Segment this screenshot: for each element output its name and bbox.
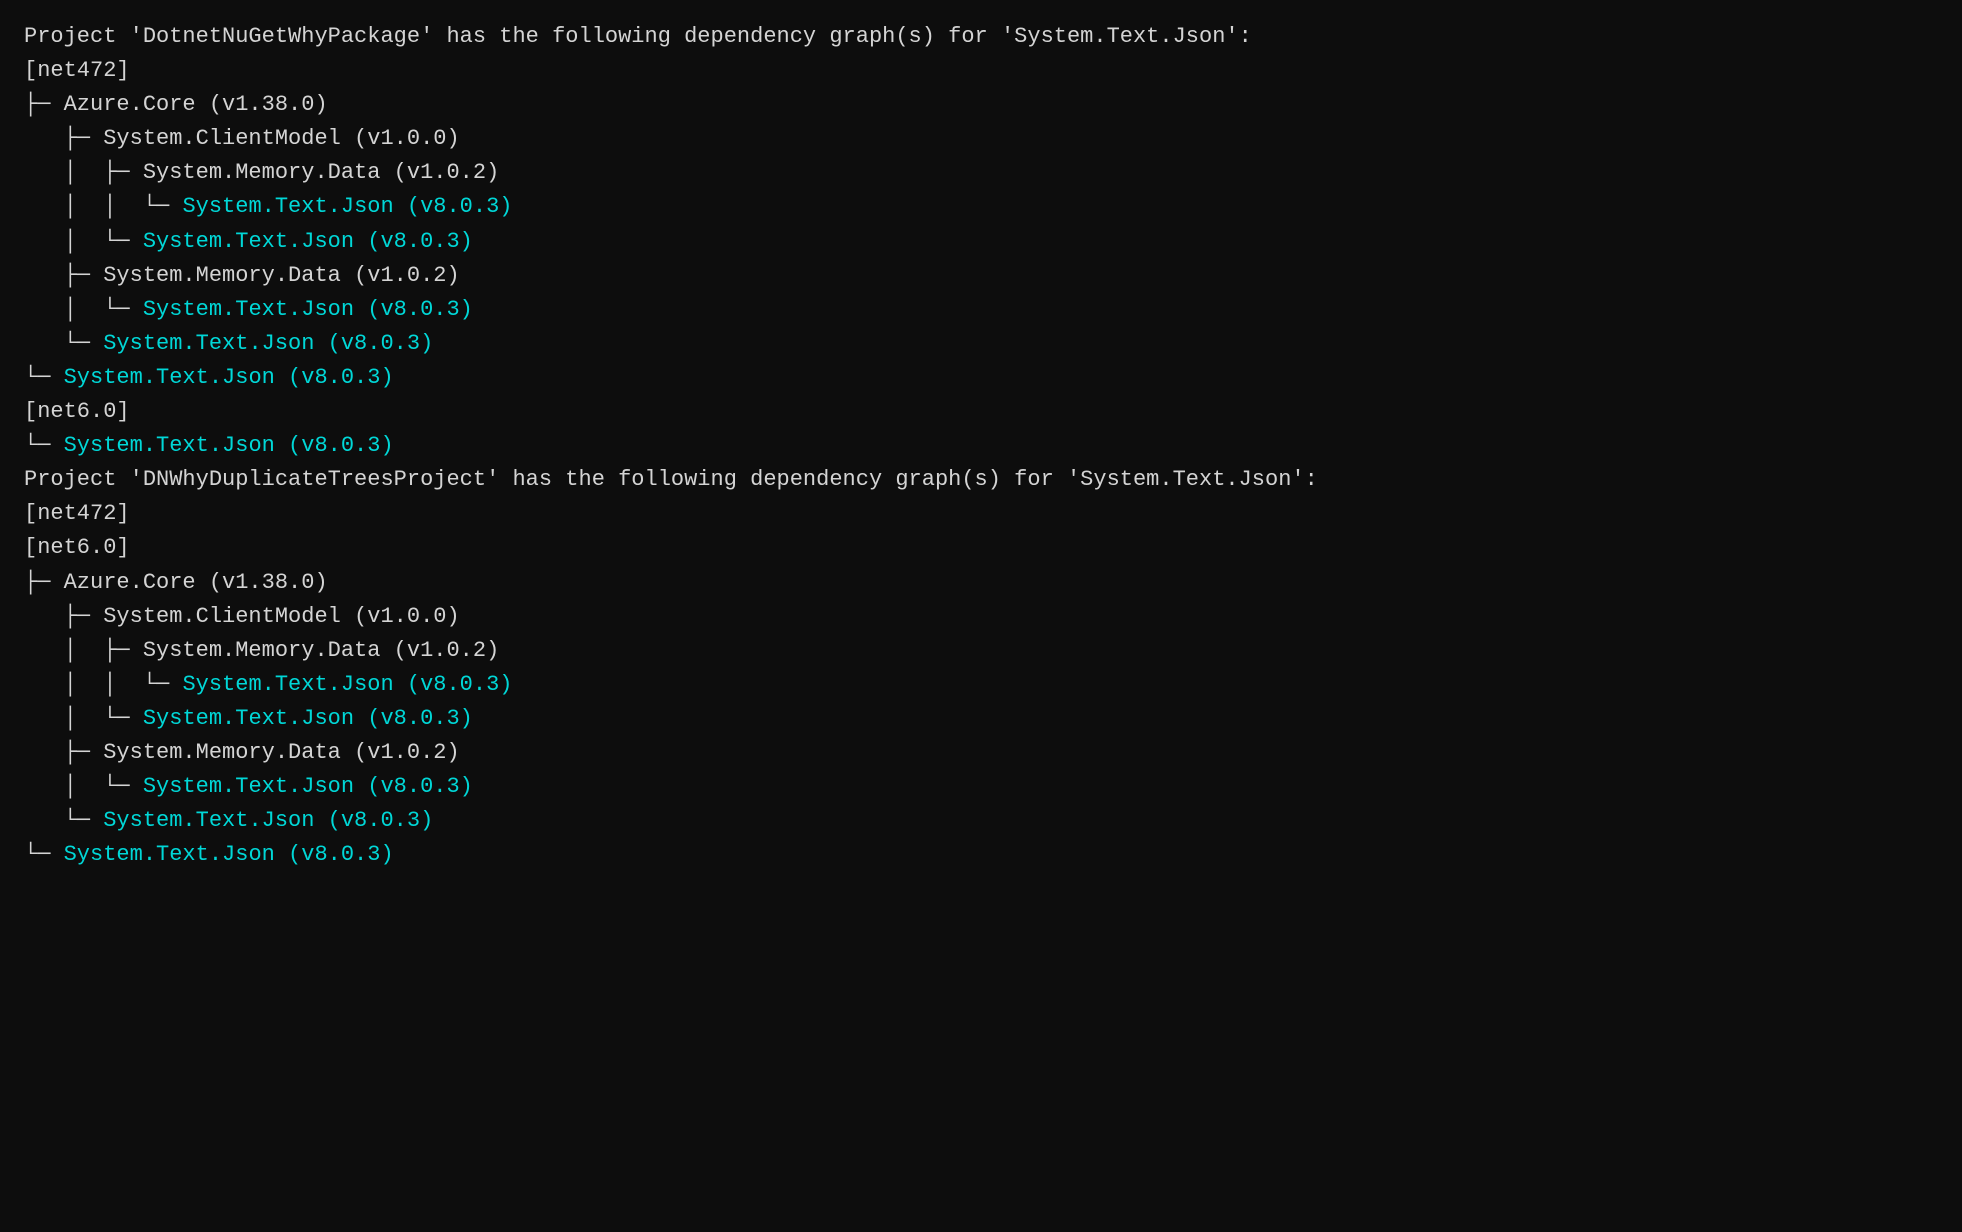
package-highlight: System.Text.Json (v8.0.3)	[143, 774, 473, 799]
line-prefix: │ └─	[24, 229, 143, 254]
terminal-line: │ │ └─ System.Text.Json (v8.0.3)	[24, 668, 1938, 702]
terminal-line: Project 'DNWhyDuplicateTreesProject' has…	[24, 463, 1938, 497]
terminal-output: Project 'DotnetNuGetWhyPackage' has the …	[24, 20, 1938, 872]
terminal-line: └─ System.Text.Json (v8.0.3)	[24, 327, 1938, 361]
package-highlight: System.Text.Json (v8.0.3)	[143, 297, 473, 322]
terminal-line: ├─ System.Memory.Data (v1.0.2)	[24, 736, 1938, 770]
package-highlight: System.Text.Json (v8.0.3)	[182, 194, 512, 219]
terminal-line: ├─ System.ClientModel (v1.0.0)	[24, 600, 1938, 634]
terminal-line: ├─ Azure.Core (v1.38.0)	[24, 566, 1938, 600]
terminal-line: └─ System.Text.Json (v8.0.3)	[24, 838, 1938, 872]
terminal-line: │ └─ System.Text.Json (v8.0.3)	[24, 770, 1938, 804]
line-prefix: │ └─	[24, 774, 143, 799]
terminal-line: └─ System.Text.Json (v8.0.3)	[24, 804, 1938, 838]
terminal-line: ├─ System.ClientModel (v1.0.0)	[24, 122, 1938, 156]
terminal-line: [net472]	[24, 497, 1938, 531]
line-prefix: └─	[24, 433, 64, 458]
package-highlight: System.Text.Json (v8.0.3)	[64, 365, 394, 390]
package-highlight: System.Text.Json (v8.0.3)	[143, 229, 473, 254]
package-highlight: System.Text.Json (v8.0.3)	[143, 706, 473, 731]
line-prefix: │ │ └─	[24, 194, 182, 219]
terminal-line: └─ System.Text.Json (v8.0.3)	[24, 361, 1938, 395]
line-prefix: └─	[24, 842, 64, 867]
package-highlight: System.Text.Json (v8.0.3)	[103, 808, 433, 833]
line-prefix: │ └─	[24, 706, 143, 731]
line-prefix: └─	[24, 331, 103, 356]
line-prefix: └─	[24, 365, 64, 390]
package-highlight: System.Text.Json (v8.0.3)	[64, 842, 394, 867]
terminal-line: [net6.0]	[24, 395, 1938, 429]
terminal-line: │ └─ System.Text.Json (v8.0.3)	[24, 225, 1938, 259]
terminal-line: │ ├─ System.Memory.Data (v1.0.2)	[24, 634, 1938, 668]
line-prefix: │ └─	[24, 297, 143, 322]
terminal-line: Project 'DotnetNuGetWhyPackage' has the …	[24, 20, 1938, 54]
terminal-line: │ └─ System.Text.Json (v8.0.3)	[24, 293, 1938, 327]
package-highlight: System.Text.Json (v8.0.3)	[103, 331, 433, 356]
package-highlight: System.Text.Json (v8.0.3)	[182, 672, 512, 697]
terminal-line: ├─ System.Memory.Data (v1.0.2)	[24, 259, 1938, 293]
terminal-line: ├─ Azure.Core (v1.38.0)	[24, 88, 1938, 122]
terminal-line: │ │ └─ System.Text.Json (v8.0.3)	[24, 190, 1938, 224]
line-prefix: └─	[24, 808, 103, 833]
terminal-line: [net472]	[24, 54, 1938, 88]
terminal-line: │ ├─ System.Memory.Data (v1.0.2)	[24, 156, 1938, 190]
terminal-line: [net6.0]	[24, 531, 1938, 565]
terminal-line: │ └─ System.Text.Json (v8.0.3)	[24, 702, 1938, 736]
package-highlight: System.Text.Json (v8.0.3)	[64, 433, 394, 458]
terminal-line: └─ System.Text.Json (v8.0.3)	[24, 429, 1938, 463]
line-prefix: │ │ └─	[24, 672, 182, 697]
